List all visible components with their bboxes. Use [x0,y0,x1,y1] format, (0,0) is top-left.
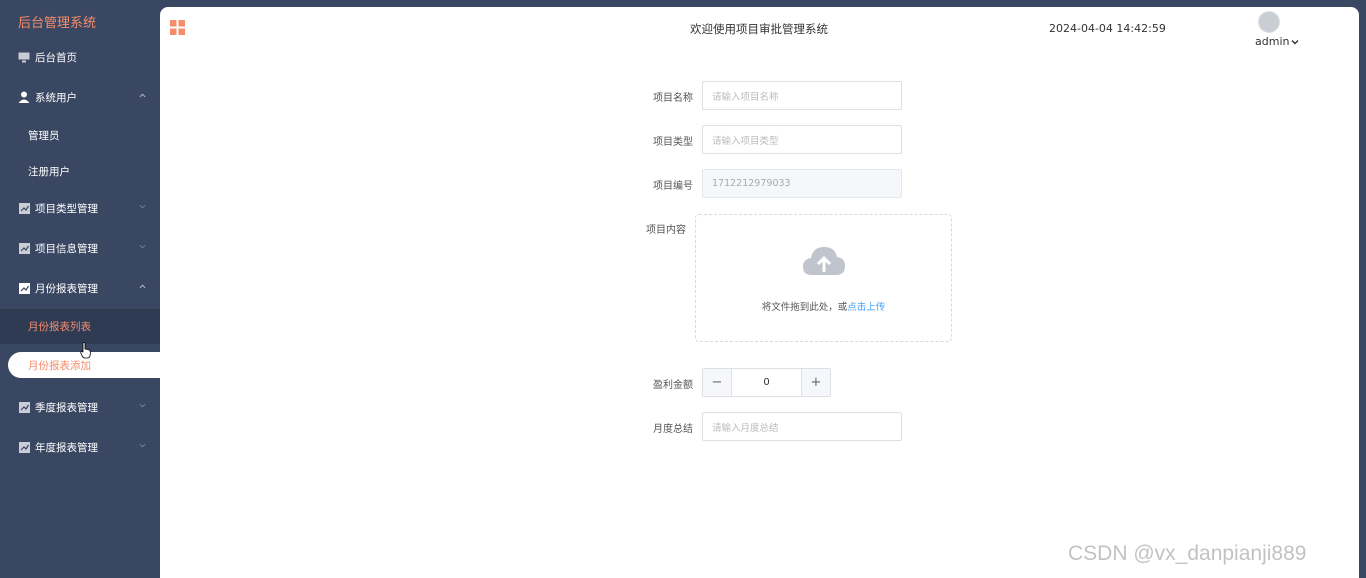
chart-box-icon [18,441,30,453]
project-number-input[interactable]: 1712212979033 [702,169,902,198]
click-upload-link[interactable]: 点击上传 [847,302,885,313]
upload-hint: 将文件拖到此处，或点击上传 [761,302,886,313]
project-content-label: 项目内容 [646,225,686,236]
sidebar-item-project-info[interactable]: 项目信息管理 [0,229,160,267]
file-upload-dropzone[interactable]: 将文件拖到此处，或点击上传 [695,214,952,342]
datetime-display: 2024-04-04 14:42:59 [1049,22,1166,35]
cloud-upload-icon [803,247,845,275]
sidebar-item-quarterly-report[interactable]: 季度报表管理 [0,388,160,426]
chevron-up-icon [139,284,146,289]
caret-down-icon [1291,39,1299,44]
sidebar-item-label: 季度报表管理 [35,401,98,414]
project-number-label: 项目编号 [653,181,693,192]
chevron-down-icon [139,403,146,408]
sidebar-subitem-registered-users[interactable]: 注册用户 [0,153,160,189]
brand-title: 后台管理系统 [18,16,97,31]
sidebar-item-label: 年度报表管理 [35,441,98,454]
user-icon [18,91,30,103]
watermark: CSDN @vx_danpianji889 [1068,542,1307,565]
monthly-summary-label: 月度总结 [653,424,693,435]
increment-button[interactable]: + [801,369,830,396]
sidebar-item-system-users[interactable]: 系统用户 [0,78,160,116]
main-content: 欢迎使用项目审批管理系统 2024-04-04 14:42:59 admin 项… [160,7,1359,578]
username: admin [1255,35,1290,48]
apps-grid-icon[interactable] [170,20,185,35]
sidebar-item-monthly-report[interactable]: 月份报表管理 [0,269,160,307]
chart-box-icon [18,401,30,413]
profit-amount-label: 盈利金额 [653,380,693,391]
decrement-button[interactable]: − [703,369,732,396]
chevron-down-icon [139,204,146,209]
avatar[interactable] [1258,11,1280,33]
sidebar-item-annual-report[interactable]: 年度报表管理 [0,428,160,466]
project-name-input[interactable]: 请输入项目名称 [702,81,902,110]
sidebar-item-label: 项目类型管理 [35,202,98,215]
sidebar-item-label: 月份报表管理 [35,282,98,295]
sidebar-item-label: 系统用户 [35,91,77,104]
chart-box-icon [18,202,30,214]
sidebar-subitem-monthly-list[interactable]: 月份报表列表 [0,309,160,344]
sidebar-item-label: 后台首页 [35,51,77,64]
sidebar-subitem-admin[interactable]: 管理员 [0,117,160,153]
monthly-summary-input[interactable]: 请输入月度总结 [702,412,902,441]
project-type-input[interactable]: 请输入项目类型 [702,125,902,154]
chart-box-icon [18,282,30,294]
project-name-label: 项目名称 [653,93,693,104]
chevron-down-icon [139,244,146,249]
monitor-icon [18,51,30,63]
user-menu[interactable]: admin [1255,35,1299,48]
sidebar-item-home[interactable]: 后台首页 [0,38,160,76]
sidebar: 后台管理系统 后台首页 系统用户 管理员 注册用户 项目类型管理 项目信息管理 … [0,0,160,578]
chevron-up-icon [139,93,146,98]
page-title: 欢迎使用项目审批管理系统 [690,22,828,36]
profit-amount-value[interactable]: 0 [732,369,801,396]
chart-box-icon [18,242,30,254]
chevron-down-icon [139,443,146,448]
project-type-label: 项目类型 [653,137,693,148]
sidebar-item-label: 项目信息管理 [35,242,98,255]
mouse-cursor-icon [80,342,91,359]
sidebar-item-project-type[interactable]: 项目类型管理 [0,189,160,227]
profit-amount-stepper: − 0 + [702,368,831,397]
